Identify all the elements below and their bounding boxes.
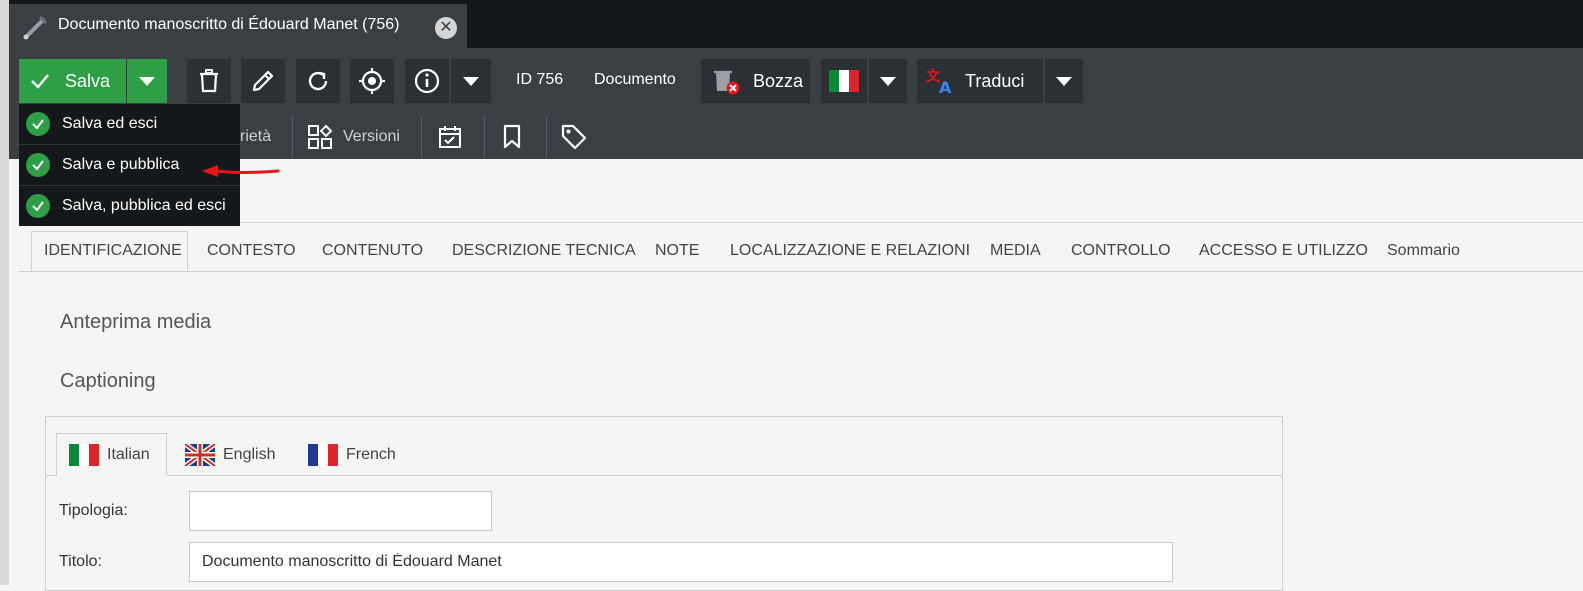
save-and-exit-item[interactable]: Salva ed esci <box>19 104 240 144</box>
tab-label: CONTENUTO <box>322 241 424 259</box>
tab-label: CONTROLLO <box>1071 241 1171 259</box>
close-icon[interactable]: ✕ <box>435 17 457 39</box>
info-icon <box>414 68 440 94</box>
tab-media[interactable]: MEDIA <box>990 231 1041 270</box>
draft-status-label: Bozza <box>753 70 804 91</box>
chevron-down-icon <box>139 76 155 86</box>
divider <box>292 116 293 158</box>
tags-tab[interactable] <box>560 116 588 158</box>
reload-icon <box>308 71 328 91</box>
translate-icon: 文 A <box>926 68 952 95</box>
trash-icon <box>200 69 218 93</box>
tab-sommario[interactable]: Sommario <box>1387 231 1460 270</box>
locate-button[interactable] <box>350 59 394 103</box>
info-button[interactable] <box>405 59 449 103</box>
tab-label: NOTE <box>655 241 700 259</box>
media-preview-heading[interactable]: Anteprima media <box>60 311 211 334</box>
language-tab-label: French <box>346 445 396 463</box>
uk-flag-icon <box>185 443 215 466</box>
record-id: ID 756 <box>516 71 564 88</box>
record-type: Documento <box>594 71 676 88</box>
check-icon <box>31 74 49 89</box>
schedule-tab[interactable] <box>437 116 463 158</box>
pencil-icon <box>252 70 274 92</box>
language-button[interactable] <box>821 59 867 103</box>
bookmark-icon <box>503 124 521 149</box>
properties-tab-label: rietà <box>240 128 272 145</box>
chevron-down-icon <box>1056 76 1072 86</box>
document-tab-title: Documento manoscritto di Édouard Manet (… <box>58 16 400 33</box>
check-circle-icon <box>26 153 50 177</box>
tag-icon <box>561 124 587 150</box>
left-edge-strip <box>0 0 9 585</box>
check-circle-icon <box>26 194 50 218</box>
tab-descrizione-tecnica[interactable]: DESCRIZIONE TECNICA <box>452 231 636 270</box>
trash-x-icon <box>714 70 740 95</box>
tab-label: IDENTIFICAZIONE <box>44 242 182 259</box>
language-tab-label: English <box>223 445 276 463</box>
french-flag-icon <box>308 443 338 466</box>
save-button-label: Salva <box>65 70 111 91</box>
tab-identificazione[interactable]: IDENTIFICAZIONE <box>31 231 188 271</box>
tab-label: ACCESSO E UTILIZZO <box>1199 241 1368 259</box>
titolo-input[interactable] <box>189 542 1173 582</box>
reload-button[interactable] <box>296 59 340 103</box>
save-button[interactable]: Salva <box>19 59 126 103</box>
language-tab-label: Italian <box>107 445 150 463</box>
italian-flag-icon <box>69 443 99 466</box>
document-tab[interactable]: Documento manoscritto di Édouard Manet (… <box>9 4 467 48</box>
tab-note[interactable]: NOTE <box>655 231 699 270</box>
check-circle-icon <box>26 112 50 136</box>
menu-item-label: Salva ed esci <box>62 115 158 132</box>
tab-localizzazione-e-relazioni[interactable]: LOCALIZZAZIONE E RELAZIONI <box>730 231 970 270</box>
edit-button[interactable] <box>241 59 285 103</box>
language-dropdown-button[interactable] <box>869 59 907 103</box>
pen-icon <box>23 15 48 40</box>
language-tab-italian[interactable]: Italian <box>56 433 167 476</box>
tab-label: CONTESTO <box>207 241 296 259</box>
save-options-dropdown-button[interactable] <box>127 59 167 103</box>
translate-dropdown-button[interactable] <box>1045 59 1083 103</box>
tipologia-input[interactable] <box>189 491 492 531</box>
tab-label: DESCRIZIONE TECNICA <box>452 241 636 259</box>
italian-flag-icon <box>829 70 859 92</box>
titolo-label: Titolo: <box>59 553 102 570</box>
info-dropdown-button[interactable] <box>451 59 491 103</box>
tab-label: Sommario <box>1387 241 1460 259</box>
divider <box>484 116 485 158</box>
menu-item-label: Salva, pubblica ed esci <box>62 197 226 214</box>
bookmark-tab[interactable] <box>500 116 524 158</box>
divider <box>546 116 547 158</box>
tab-contesto[interactable]: CONTESTO <box>207 231 296 270</box>
versions-tab[interactable]: Versioni <box>307 116 400 158</box>
tab-accesso-e-utilizzo[interactable]: ACCESSO E UTILIZZO <box>1199 231 1368 270</box>
target-icon <box>359 68 385 94</box>
language-tab-english[interactable]: English <box>185 433 275 476</box>
chevron-down-icon <box>463 76 479 86</box>
calendar-check-icon <box>439 126 461 148</box>
translate-button-label: Traduci <box>965 70 1025 91</box>
annotation-arrow-icon <box>202 165 280 177</box>
versions-tab-label: Versioni <box>343 128 400 145</box>
properties-tab[interactable]: rietà <box>240 116 271 158</box>
tab-controllo[interactable]: CONTROLLO <box>1071 231 1171 270</box>
tipologia-label: Tipologia: <box>59 502 128 519</box>
chevron-down-icon <box>880 76 896 86</box>
captioning-heading[interactable]: Captioning <box>60 370 156 393</box>
svg-text:A: A <box>939 78 952 95</box>
language-tab-french[interactable]: French <box>308 433 396 476</box>
tab-label: MEDIA <box>990 241 1041 259</box>
divider <box>421 116 422 158</box>
grid-shapes-icon <box>308 124 333 149</box>
tab-contenuto[interactable]: CONTENUTO <box>322 231 423 270</box>
translate-button[interactable]: 文 A Traduci <box>917 59 1043 103</box>
delete-button[interactable] <box>187 59 231 103</box>
menu-item-label: Salva e pubblica <box>62 156 180 173</box>
save-publish-and-exit-item[interactable]: Salva, pubblica ed esci <box>19 186 240 226</box>
tab-label: LOCALIZZAZIONE E RELAZIONI <box>730 241 971 259</box>
draft-status-button[interactable]: Bozza <box>701 59 810 103</box>
